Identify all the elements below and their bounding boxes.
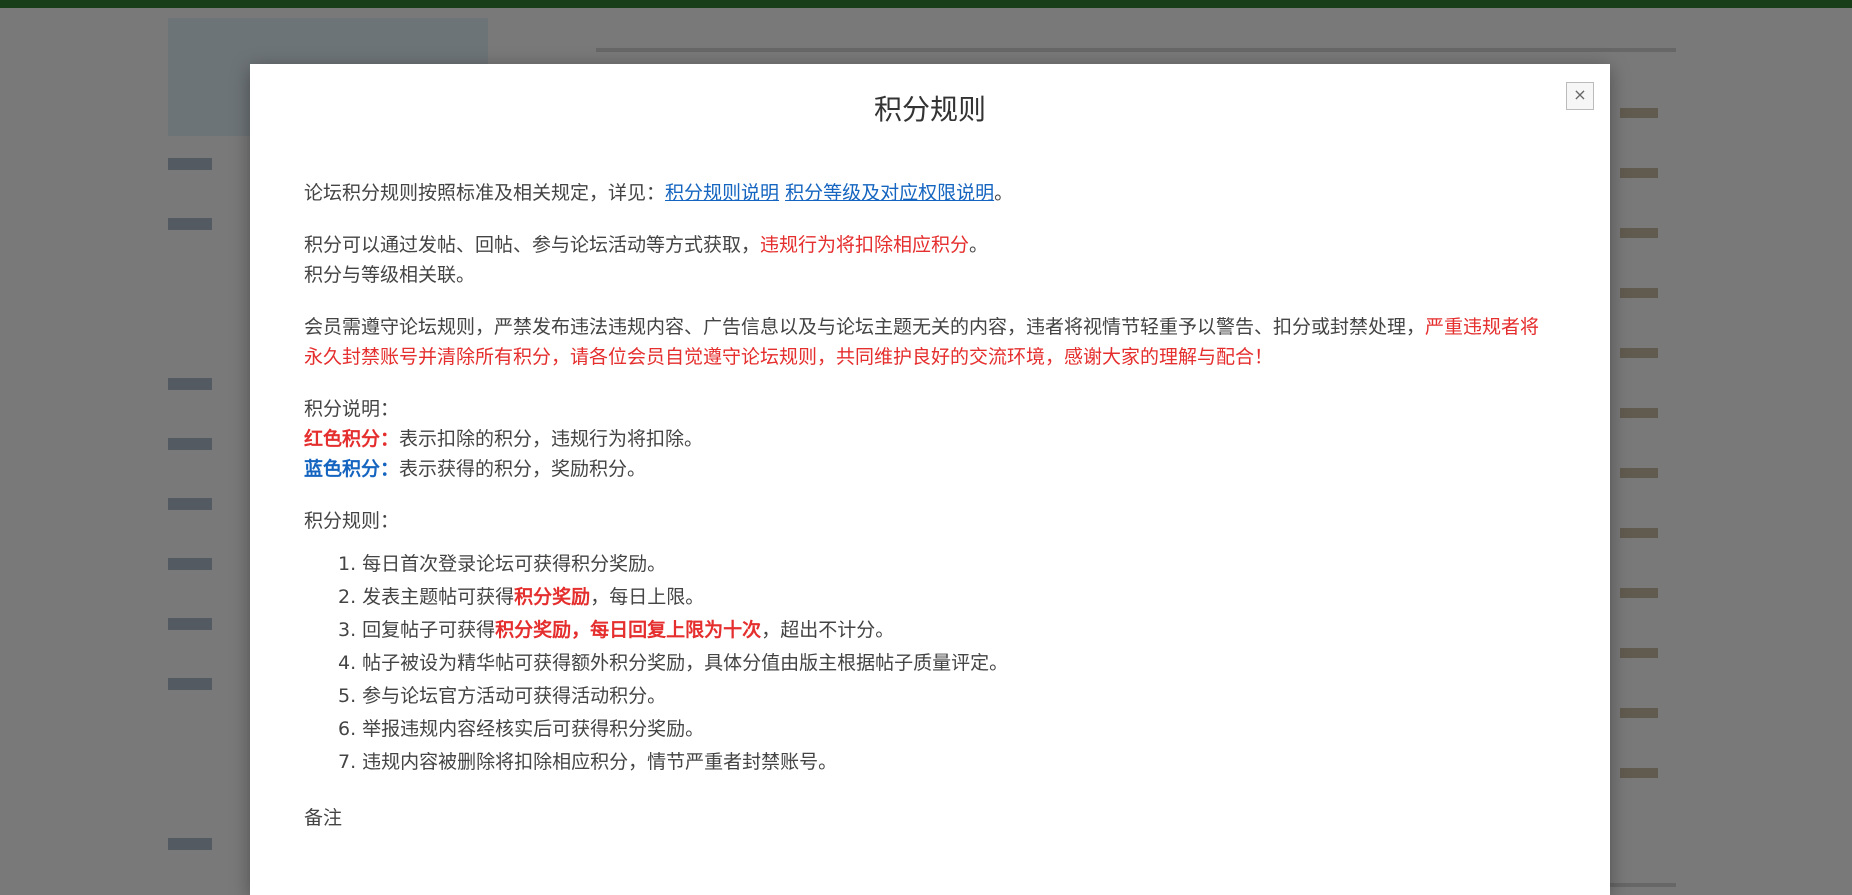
- points-level-text: 积分与等级相关联。: [304, 264, 476, 286]
- rule-text: 6. 举报违规内容经核实后可获得积分奖励。: [338, 718, 705, 740]
- rules-list: 1. 每日首次登录论坛可获得积分奖励。 2. 发表主题帖可获得积分奖励，每日上限…: [338, 548, 1554, 779]
- rule-highlight: 积分奖励，每日回复上限为十次: [495, 619, 762, 641]
- levels-link[interactable]: 积分等级及对应权限说明: [785, 182, 994, 204]
- rule-suffix: ，每日上限。: [590, 586, 705, 608]
- points-suffix: 。: [969, 234, 989, 256]
- rule-text: 5. 参与论坛官方活动可获得活动积分。: [338, 685, 667, 707]
- points-description: 积分可以通过发帖、回帖、参与论坛活动等方式获取，违规行为将扣除相应积分。 积分与…: [304, 230, 1554, 290]
- rule-suffix: ，超出不计分。: [761, 619, 895, 641]
- status-legend: 积分说明： 红色积分：表示扣除的积分，违规行为将扣除。 蓝色积分：表示获得的积分…: [304, 394, 1554, 484]
- rule-text: 7. 违规内容被删除将扣除相应积分，情节严重者封禁账号。: [338, 751, 838, 773]
- list-item: 1. 每日首次登录论坛可获得积分奖励。: [338, 548, 1554, 581]
- list-item: 5. 参与论坛官方活动可获得活动积分。: [338, 680, 1554, 713]
- rule-text: 3. 回复帖子可获得: [338, 619, 496, 641]
- status-title: 积分说明：: [304, 398, 400, 420]
- intro-suffix: 。: [994, 182, 1014, 204]
- status-red-text: 表示扣除的积分，违规行为将扣除。: [399, 428, 704, 450]
- close-icon[interactable]: ×: [1566, 82, 1594, 110]
- conduct-text: 会员需遵守论坛规则，严禁发布违法违规内容、广告信息以及与论坛主题无关的内容，违者…: [304, 316, 1426, 338]
- modal-content: 论坛积分规则按照标准及相关规定，详见：积分规则说明 积分等级及对应权限说明。 积…: [304, 178, 1554, 833]
- list-item: 4. 帖子被设为精华帖可获得额外积分奖励，具体分值由版主根据帖子质量评定。: [338, 647, 1554, 680]
- footer-note: 备注: [304, 807, 343, 829]
- list-item: 2. 发表主题帖可获得积分奖励，每日上限。: [338, 581, 1554, 614]
- rule-text: 1. 每日首次登录论坛可获得积分奖励。: [338, 553, 667, 575]
- points-warning: 违规行为将扣除相应积分: [760, 234, 970, 256]
- status-red-label: 红色积分：: [304, 428, 400, 450]
- intro-text: 论坛积分规则按照标准及相关规定，详见：: [304, 182, 666, 204]
- list-item: 7. 违规内容被删除将扣除相应积分，情节严重者封禁账号。: [338, 746, 1554, 779]
- rule-highlight: 积分奖励: [514, 586, 591, 608]
- rules-modal: 积分规则 × 论坛积分规则按照标准及相关规定，详见：积分规则说明 积分等级及对应…: [250, 64, 1610, 895]
- rules-section: 积分规则： 1. 每日首次登录论坛可获得积分奖励。 2. 发表主题帖可获得积分奖…: [304, 506, 1554, 779]
- rules-title: 积分规则：: [304, 510, 400, 532]
- points-text: 积分可以通过发帖、回帖、参与论坛活动等方式获取，: [304, 234, 761, 256]
- status-blue-text: 表示获得的积分，奖励积分。: [399, 458, 647, 480]
- intro-line: 论坛积分规则按照标准及相关规定，详见：积分规则说明 积分等级及对应权限说明。: [304, 178, 1554, 208]
- rule-text: 4. 帖子被设为精华帖可获得额外积分奖励，具体分值由版主根据帖子质量评定。: [338, 652, 1009, 674]
- rule-text: 2. 发表主题帖可获得: [338, 586, 515, 608]
- rules-link[interactable]: 积分规则说明: [665, 182, 779, 204]
- list-item: 3. 回复帖子可获得积分奖励，每日回复上限为十次，超出不计分。: [338, 614, 1554, 647]
- modal-title: 积分规则: [873, 93, 986, 126]
- status-blue-label: 蓝色积分：: [304, 458, 400, 480]
- list-item: 6. 举报违规内容经核实后可获得积分奖励。: [338, 713, 1554, 746]
- conduct-paragraph: 会员需遵守论坛规则，严禁发布违法违规内容、广告信息以及与论坛主题无关的内容，违者…: [304, 312, 1554, 372]
